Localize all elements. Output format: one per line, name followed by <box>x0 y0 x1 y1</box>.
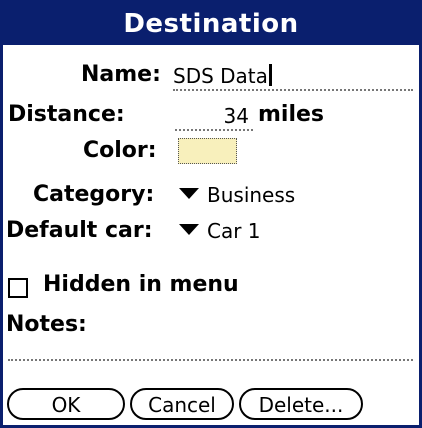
default-car-picker[interactable]: Car 1 <box>179 217 261 245</box>
distance-label: Distance: <box>8 102 125 127</box>
default-car-label: Default car: <box>6 218 153 243</box>
triangle-down-icon <box>179 224 199 235</box>
color-swatch[interactable] <box>178 138 237 164</box>
cancel-button[interactable]: Cancel <box>130 388 234 420</box>
distance-field[interactable]: 34 <box>179 102 249 130</box>
triangle-down-icon <box>179 188 199 199</box>
ok-button[interactable]: OK <box>7 388 125 420</box>
category-label: Category: <box>33 182 155 207</box>
delete-button[interactable]: Delete... <box>239 388 363 420</box>
distance-field-underline <box>175 129 253 131</box>
notes-field-underline <box>8 359 413 361</box>
notes-field[interactable] <box>8 333 413 359</box>
hidden-in-menu-label[interactable]: Hidden in menu <box>43 271 239 299</box>
default-car-value: Car 1 <box>207 219 261 243</box>
category-picker[interactable]: Business <box>179 181 295 209</box>
name-label: Name: <box>81 62 161 87</box>
hidden-in-menu-checkbox[interactable] <box>8 278 28 298</box>
dialog-title: Destination <box>3 3 419 45</box>
category-value: Business <box>207 183 296 207</box>
text-cursor-icon <box>268 64 272 86</box>
name-field-value: SDS Data <box>173 64 268 88</box>
distance-unit: miles <box>258 102 325 127</box>
destination-dialog: Destination Name: SDS Data Distance: 34 … <box>0 0 422 428</box>
name-field-underline <box>173 89 413 91</box>
color-label: Color: <box>83 138 157 163</box>
name-field[interactable]: SDS Data <box>173 62 272 90</box>
